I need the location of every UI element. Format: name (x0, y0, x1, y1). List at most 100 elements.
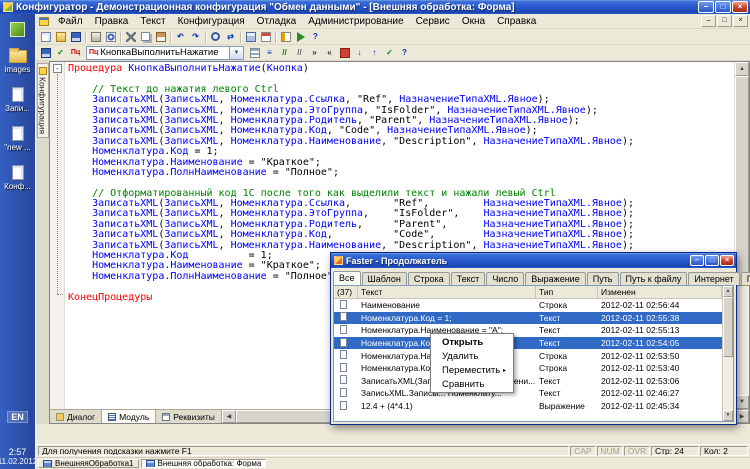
editor-tab-2[interactable]: Модуль (102, 410, 156, 423)
dialog-close-button[interactable]: × (720, 255, 734, 266)
table-row[interactable]: Номенклатура.Код = 1;Текст2012-02-11 02:… (334, 312, 722, 325)
faster-dialog[interactable]: Faster - Продолжатель – □ × ВсеШаблонСтр… (330, 252, 737, 425)
table-row[interactable]: НаименованиеСтрока2012-02-11 02:56:44 (334, 299, 722, 312)
save-file-button[interactable] (68, 30, 83, 44)
check-module-button[interactable]: ✓ (53, 46, 68, 60)
editor-tab-1[interactable]: Диалог (50, 410, 102, 423)
child-restore-button[interactable]: □ (717, 15, 732, 27)
editor-tab-3[interactable]: Реквизиты (156, 410, 222, 423)
menu-item-8[interactable]: Окна (456, 15, 491, 28)
faster-tab-10[interactable]: Почта (741, 272, 750, 285)
fold-collapse-button[interactable]: - (53, 64, 62, 73)
child-minimize-button[interactable]: – (701, 15, 716, 27)
calendar-button[interactable] (258, 30, 273, 44)
table-scrollbar[interactable]: ▲ ▼ (722, 286, 733, 421)
faster-tab-9[interactable]: Интернет (688, 272, 739, 285)
column-changed[interactable]: Изменен (598, 286, 722, 299)
faster-tab-5[interactable]: Число (486, 272, 524, 285)
faster-tab-7[interactable]: Путь (587, 272, 619, 285)
snippets-table[interactable]: (37) Текст Тип Изменен НаименованиеСтрок… (333, 285, 734, 422)
scroll-up-icon[interactable]: ▲ (735, 62, 749, 76)
redo-button[interactable]: ↷ (188, 30, 203, 44)
window-titlebar[interactable]: Конфигуратор - Демонстрационная конфигур… (0, 0, 750, 14)
faster-tab-8[interactable]: Путь к файлу (620, 272, 688, 285)
desktop-icon-2[interactable]: images (0, 50, 35, 74)
desktop-icon-3[interactable]: Запи... (0, 87, 35, 113)
context-help-button[interactable]: ? (397, 46, 412, 60)
delete-comment-button[interactable]: // (292, 46, 307, 60)
menu-item-2[interactable]: Правка (89, 15, 135, 28)
scroll-left-icon[interactable]: ◀ (222, 410, 236, 423)
menu-item-9[interactable]: Справка (491, 15, 542, 28)
help-button[interactable]: ? (308, 30, 323, 44)
procedures-functions-button[interactable]: Пц (68, 46, 83, 60)
window-button-1[interactable]: ВнешняяОбработка1 (38, 459, 139, 468)
procedures-list-button[interactable] (247, 46, 262, 60)
scroll-right-icon[interactable]: ▶ (735, 410, 749, 423)
context-menu-item-2[interactable]: Удалить (432, 349, 512, 363)
desktop-icon-4[interactable]: "new ... (0, 126, 35, 152)
shift-left-button[interactable]: « (322, 46, 337, 60)
procedures-combo[interactable]: Пц КнопкаВыполнитьНажатие ▼ (86, 46, 244, 60)
undo-button[interactable]: ↶ (173, 30, 188, 44)
desktop-icon-5[interactable]: Конф... (0, 165, 35, 191)
menu-item-1[interactable]: Файл (52, 15, 89, 28)
faster-tab-1[interactable]: Все (333, 271, 361, 285)
scroll-down-icon[interactable]: ▼ (735, 395, 749, 409)
table-scroll-down-icon[interactable]: ▼ (723, 410, 733, 421)
table-row[interactable]: Номенклатура.НаименованиеСтрока2012-02-1… (334, 349, 722, 362)
language-indicator[interactable]: EN (7, 411, 28, 423)
open-file-button[interactable] (53, 30, 68, 44)
paste-button[interactable] (153, 30, 168, 44)
desktop-icon-1[interactable] (0, 22, 35, 37)
print-button[interactable] (88, 30, 103, 44)
minimize-button[interactable]: – (698, 1, 714, 13)
table-row[interactable]: ЗаписатьXML(ЗаписьXML, "...", Назначени.… (334, 375, 722, 388)
menu-item-6[interactable]: Администрирование (302, 15, 409, 28)
window-button-2[interactable]: Внешняя обработка: Форма (141, 459, 267, 468)
previous-bookmark-button[interactable]: ↑ (367, 46, 382, 60)
calculator-button[interactable] (243, 30, 258, 44)
save-module-button[interactable] (38, 46, 53, 60)
dialog-titlebar[interactable]: Faster - Продолжатель – □ × (331, 253, 736, 268)
bookmark-button[interactable] (337, 46, 352, 60)
faster-tab-2[interactable]: Шаблон (362, 272, 407, 285)
column-text[interactable]: Текст (358, 286, 536, 299)
faster-tab-3[interactable]: Строка (408, 272, 450, 285)
debug-start-button[interactable] (293, 30, 308, 44)
table-scroll-thumb[interactable] (723, 297, 733, 357)
scroll-thumb[interactable] (735, 76, 749, 286)
column-count[interactable]: (37) (334, 286, 358, 299)
context-menu-item-4[interactable]: Сравнить (432, 377, 512, 391)
dialog-minimize-button[interactable]: – (690, 255, 704, 266)
table-row[interactable]: Номенклатура.Код = 1Текст2012-02-11 02:5… (334, 337, 722, 350)
add-comment-button[interactable]: // (277, 46, 292, 60)
column-type[interactable]: Тип (536, 286, 598, 299)
next-bookmark-button[interactable]: ↓ (352, 46, 367, 60)
close-button[interactable]: × (732, 1, 748, 13)
table-row[interactable]: 12.4 + (4*4.1)Выражение2012-02-11 02:45:… (334, 400, 722, 413)
table-row[interactable]: ЗаписьXML.Записы... Номенклату...Текст20… (334, 387, 722, 400)
syntax-check-button[interactable]: ✓ (382, 46, 397, 60)
copy-button[interactable] (138, 30, 153, 44)
context-menu-item-3[interactable]: Переместить▸ (432, 363, 512, 377)
print-preview-button[interactable] (103, 30, 118, 44)
tab-configuration[interactable]: Конфигурация (37, 63, 49, 138)
faster-tab-6[interactable]: Выражение (525, 272, 586, 285)
dialog-maximize-button[interactable]: □ (705, 255, 719, 266)
cut-button[interactable] (123, 30, 138, 44)
table-scroll-up-icon[interactable]: ▲ (723, 286, 733, 297)
find-button[interactable] (208, 30, 223, 44)
combo-dropdown-button[interactable]: ▼ (229, 47, 243, 59)
format-block-button[interactable]: ≡ (262, 46, 277, 60)
faster-tab-4[interactable]: Текст (451, 272, 486, 285)
configuration-tree-button[interactable] (278, 30, 293, 44)
menu-item-3[interactable]: Текст (134, 15, 171, 28)
maximize-button[interactable]: □ (715, 1, 731, 13)
new-file-button[interactable] (38, 30, 53, 44)
scroll-track[interactable] (735, 76, 749, 395)
table-header[interactable]: (37) Текст Тип Изменен (334, 286, 722, 299)
table-row[interactable]: Номенклатура.КодСтрока2012-02-11 02:53:4… (334, 362, 722, 375)
menu-item-5[interactable]: Отладка (251, 15, 303, 28)
replace-button[interactable]: ⇄ (223, 30, 238, 44)
